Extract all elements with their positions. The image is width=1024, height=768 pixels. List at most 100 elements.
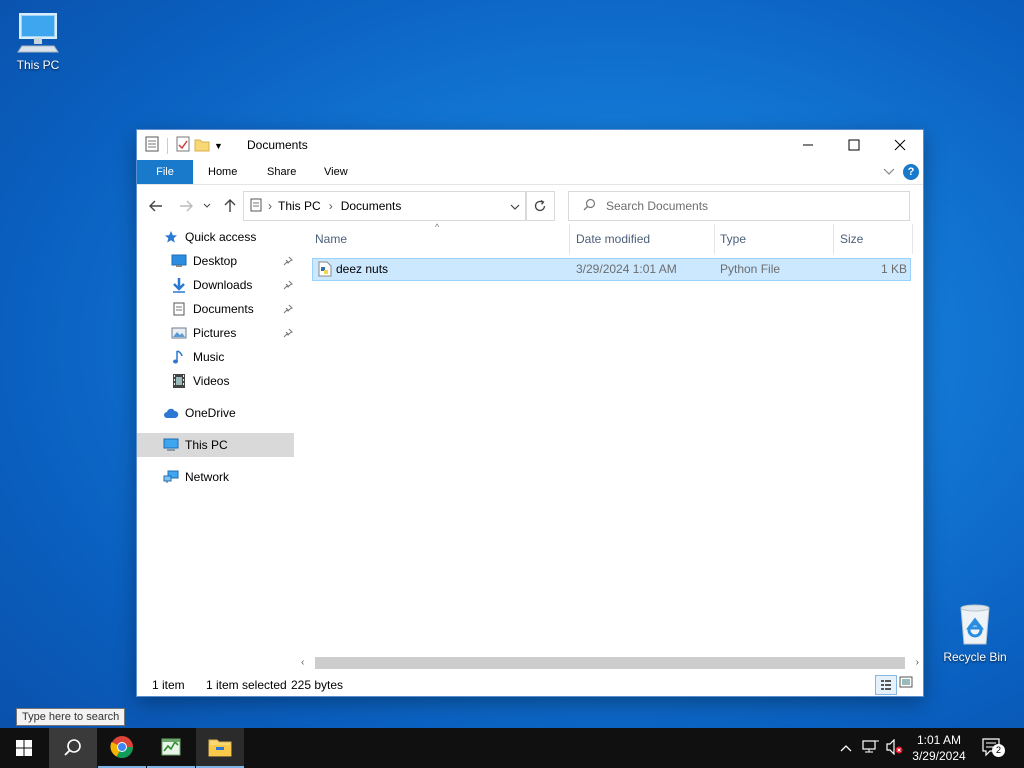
horizontal-scrollbar[interactable]: ‹ › [297, 656, 923, 670]
file-size: 1 KB [880, 262, 907, 276]
chrome-icon [110, 736, 133, 758]
file-type: Python File [720, 262, 781, 276]
pictures-icon [171, 325, 187, 341]
computer-icon [163, 437, 179, 453]
ribbon: File Home Share View ? [137, 160, 923, 185]
sidebar-item-onedrive[interactable]: OneDrive [137, 401, 297, 425]
minimize-button[interactable] [785, 130, 831, 160]
pin-icon[interactable] [283, 303, 293, 317]
maximize-button[interactable] [831, 130, 877, 160]
expand-ribbon-icon[interactable] [883, 165, 895, 179]
search-tooltip: Type here to search [16, 708, 126, 726]
breadcrumb-this-pc[interactable]: This PC [278, 199, 321, 213]
search-icon [583, 198, 596, 214]
python-file-icon [318, 261, 332, 280]
large-icons-view-icon[interactable] [899, 676, 913, 691]
sidebar-item-documents[interactable]: Documents [137, 297, 297, 321]
star-icon [163, 229, 179, 245]
video-icon [171, 373, 187, 389]
sidebar-item-label: This PC [185, 438, 228, 452]
details-view-icon[interactable] [875, 675, 897, 695]
sidebar-item-label: Network [185, 470, 230, 484]
document-icon [171, 301, 187, 317]
desktop-icon-label: Recycle Bin [943, 650, 1007, 664]
taskbar: 1:01 AM 3/29/2024 2 [0, 728, 1024, 768]
properties-icon[interactable] [176, 136, 190, 155]
sidebar-item-downloads[interactable]: Downloads [137, 273, 297, 297]
notifications-button[interactable]: 2 [982, 738, 1005, 761]
tab-home[interactable]: Home [194, 160, 251, 184]
clock-time: 1:01 AM [916, 733, 962, 747]
sidebar-item-desktop[interactable]: Desktop [137, 249, 297, 273]
pin-icon[interactable] [283, 327, 293, 341]
scroll-left-icon[interactable]: ‹ [301, 657, 304, 668]
help-icon[interactable]: ? [903, 164, 919, 180]
column-headers: ^ Name Date modified Type Size [309, 222, 915, 254]
customize-toolbar-icon[interactable]: ▼ [214, 141, 223, 151]
recent-locations-button[interactable] [201, 197, 213, 215]
close-button[interactable] [877, 130, 923, 160]
taskbar-task-manager[interactable] [147, 728, 195, 768]
desktop-icon-recycle-bin[interactable]: Recycle Bin [937, 602, 1013, 664]
breadcrumb-documents[interactable]: Documents [341, 199, 402, 213]
refresh-button[interactable] [525, 191, 555, 221]
sidebar-item-quick-access[interactable]: Quick access [137, 225, 297, 249]
sidebar-item-network[interactable]: Network [137, 465, 297, 489]
status-bar: 1 item 1 item selected 225 bytes [137, 674, 923, 696]
chevron-right-icon[interactable]: › [268, 199, 272, 213]
file-list: ^ Name Date modified Type Size deez nuts… [309, 222, 915, 281]
sidebar-item-label: OneDrive [185, 406, 236, 420]
task-manager-icon [161, 738, 181, 756]
new-folder-icon[interactable] [194, 136, 210, 155]
forward-button[interactable] [177, 197, 195, 215]
scroll-right-icon[interactable]: › [916, 657, 919, 668]
tab-view[interactable]: View [310, 160, 362, 184]
column-header-type[interactable]: Type [720, 232, 746, 246]
sidebar-item-label: Videos [193, 374, 230, 388]
folder-icon [208, 739, 232, 757]
file-name: deez nuts [336, 262, 389, 276]
music-icon [171, 349, 187, 365]
show-hidden-icons-icon[interactable] [840, 741, 852, 755]
sidebar-item-music[interactable]: Music [137, 345, 297, 369]
sidebar-item-videos[interactable]: Videos [137, 369, 297, 393]
taskbar-chrome[interactable] [98, 728, 146, 768]
title-bar[interactable]: ▼ Documents [137, 130, 923, 160]
desktop-folder-icon [171, 253, 187, 269]
file-date-modified: 3/29/2024 1:01 AM [576, 262, 677, 276]
sidebar-item-label: Pictures [193, 326, 237, 340]
sidebar-item-label: Downloads [193, 278, 253, 292]
sidebar-item-pictures[interactable]: Pictures [137, 321, 297, 345]
chevron-right-icon[interactable]: › [329, 199, 333, 213]
column-header-name[interactable]: Name [315, 232, 347, 246]
search-button[interactable] [49, 728, 97, 768]
column-header-size[interactable]: Size [840, 232, 863, 246]
windows-logo-icon [16, 740, 32, 756]
search-placeholder: Search Documents [606, 199, 709, 213]
address-dropdown-icon[interactable] [510, 201, 520, 215]
tab-share[interactable]: Share [253, 160, 310, 184]
pin-icon[interactable] [283, 279, 293, 293]
taskbar-file-explorer[interactable] [196, 728, 244, 768]
navigation-bar: › This PC › Documents Search Documents [137, 185, 923, 225]
start-button[interactable] [0, 728, 48, 768]
sidebar-item-this-pc[interactable]: This PC [137, 433, 294, 457]
status-item-count: 1 item [152, 678, 185, 692]
table-row[interactable]: deez nuts 3/29/2024 1:01 AM Python File … [312, 258, 911, 281]
column-header-date-modified[interactable]: Date modified [576, 232, 650, 246]
up-button[interactable] [221, 197, 239, 215]
tab-file[interactable]: File [137, 160, 193, 184]
document-icon[interactable] [145, 136, 159, 155]
desktop-icon-this-pc[interactable]: This PC [0, 10, 76, 72]
search-box[interactable]: Search Documents [568, 191, 910, 221]
scrollbar-thumb[interactable] [315, 657, 905, 669]
search-icon [64, 739, 81, 756]
system-clock[interactable]: 1:01 AM 3/29/2024 [904, 732, 974, 764]
pin-icon[interactable] [283, 255, 293, 269]
volume-muted-icon[interactable] [886, 738, 904, 758]
status-selected: 1 item selected [206, 678, 287, 692]
address-bar[interactable]: › This PC › Documents [243, 191, 527, 221]
sort-ascending-icon: ^ [435, 222, 440, 232]
back-button[interactable] [147, 197, 165, 215]
network-status-icon[interactable] [862, 739, 880, 758]
